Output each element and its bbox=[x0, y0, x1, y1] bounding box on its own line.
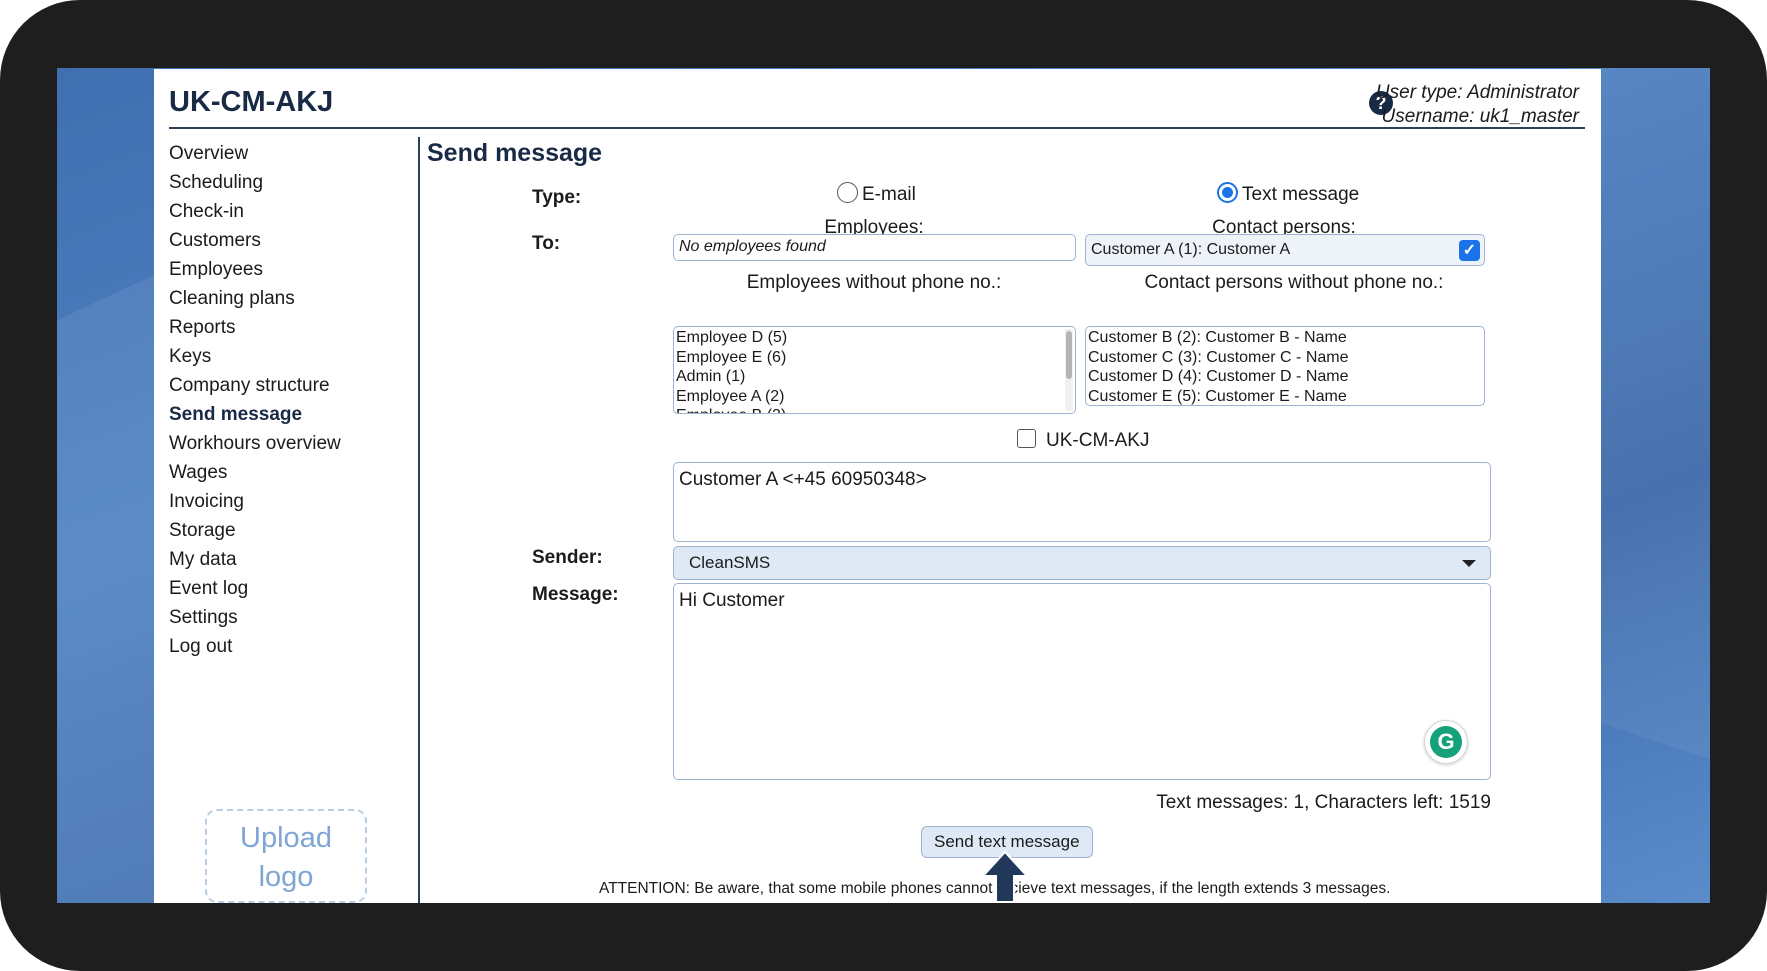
sidebar-item-employees[interactable]: Employees bbox=[169, 255, 419, 284]
list-item[interactable]: Customer D (4): Customer D - Name bbox=[1088, 367, 1482, 387]
sender-select[interactable]: CleanSMS bbox=[673, 546, 1491, 580]
app-title: UK-CM-AKJ bbox=[169, 86, 334, 118]
message-text: Hi Customer bbox=[679, 590, 785, 611]
contacts-field-value: Customer A (1): Customer A bbox=[1091, 241, 1291, 258]
user-info: User type: Administrator Username: uk1_m… bbox=[1376, 81, 1579, 129]
chevron-down-icon bbox=[1462, 560, 1476, 567]
upload-logo-button[interactable]: Upload logo bbox=[205, 809, 367, 903]
employees-no-phone-heading: Employees without phone no.: bbox=[746, 272, 1002, 293]
list-item[interactable]: Employee E (6) bbox=[676, 348, 1073, 368]
sidebar-item-storage[interactable]: Storage bbox=[169, 516, 419, 545]
radio-email[interactable]: E-mail bbox=[837, 181, 916, 206]
upload-logo-line1: Upload bbox=[240, 822, 332, 854]
employees-field[interactable]: No employees found bbox=[673, 234, 1076, 261]
sidebar-item-check-in[interactable]: Check-in bbox=[169, 197, 419, 226]
page-header: UK-CM-AKJ ? User type: Administrator Use… bbox=[169, 69, 1585, 129]
message-textarea[interactable]: Hi Customer G bbox=[673, 583, 1491, 780]
sidebar-item-log-out[interactable]: Log out bbox=[169, 632, 419, 661]
employees-no-phone-list[interactable]: Employee D (5) Employee E (6) Admin (1) … bbox=[673, 326, 1076, 414]
list-item[interactable]: Customer E (5): Customer E - Name bbox=[1088, 387, 1482, 406]
radio-text-message-circle[interactable] bbox=[1217, 181, 1238, 203]
list-item[interactable]: Employee A (2) bbox=[676, 387, 1073, 407]
sidebar-item-company-structure[interactable]: Company structure bbox=[169, 371, 419, 400]
message-label: Message: bbox=[532, 584, 619, 605]
contacts-no-phone-list[interactable]: Customer B (2): Customer B - Name Custom… bbox=[1085, 326, 1485, 406]
grammarly-button[interactable]: G bbox=[1424, 720, 1468, 764]
sidebar-nav: Overview Scheduling Check-in Customers E… bbox=[169, 139, 419, 661]
sidebar-item-settings[interactable]: Settings bbox=[169, 603, 419, 632]
device-frame: UK-CM-AKJ ? User type: Administrator Use… bbox=[0, 0, 1767, 971]
radio-email-label: E-mail bbox=[862, 184, 916, 205]
list-item[interactable]: Customer C (3): Customer C - Name bbox=[1088, 348, 1482, 368]
list-item[interactable]: Customer B (2): Customer B - Name bbox=[1088, 328, 1482, 348]
sidebar-item-wages[interactable]: Wages bbox=[169, 458, 419, 487]
sender-select-value: CleanSMS bbox=[689, 553, 771, 572]
company-checkbox-row[interactable]: UK-CM-AKJ bbox=[1017, 428, 1150, 452]
sidebar-item-reports[interactable]: Reports bbox=[169, 313, 419, 342]
sidebar-item-keys[interactable]: Keys bbox=[169, 342, 419, 371]
radio-text-message-label: Text message bbox=[1242, 184, 1360, 205]
message-counter: Text messages: 1, Characters left: 1519 bbox=[1156, 792, 1491, 813]
sender-label: Sender: bbox=[532, 547, 603, 568]
upload-logo-line2: logo bbox=[258, 861, 314, 893]
sidebar-item-overview[interactable]: Overview bbox=[169, 139, 419, 168]
sidebar-item-workhours-overview[interactable]: Workhours overview bbox=[169, 429, 419, 458]
user-type: User type: Administrator bbox=[1375, 82, 1579, 103]
app-window: UK-CM-AKJ ? User type: Administrator Use… bbox=[154, 69, 1601, 903]
list-item[interactable]: Admin (1) bbox=[676, 367, 1073, 387]
sidebar-item-send-message[interactable]: Send message bbox=[169, 400, 419, 429]
sidebar-item-customers[interactable]: Customers bbox=[169, 226, 419, 255]
recipients-box[interactable]: Customer A <+45 60950348> bbox=[673, 462, 1491, 542]
list-item[interactable]: Employee D (5) bbox=[676, 328, 1073, 348]
list-item[interactable]: Employee B (3) bbox=[676, 406, 1073, 413]
type-label: Type: bbox=[532, 187, 582, 208]
sidebar-item-invoicing[interactable]: Invoicing bbox=[169, 487, 419, 516]
company-checkbox-label: UK-CM-AKJ bbox=[1046, 430, 1150, 451]
radio-email-circle[interactable] bbox=[837, 181, 858, 203]
username: Username: uk1_master bbox=[1381, 106, 1579, 127]
pointer-arrow-icon bbox=[981, 850, 1029, 903]
grammarly-icon: G bbox=[1430, 726, 1462, 758]
contact-checkbox[interactable]: ✓ bbox=[1459, 240, 1480, 261]
radio-text-message[interactable]: Text message bbox=[1217, 181, 1360, 206]
sidebar-item-my-data[interactable]: My data bbox=[169, 545, 419, 574]
page-title: Send message bbox=[427, 139, 603, 167]
sidebar-divider bbox=[418, 137, 420, 903]
sidebar-item-event-log[interactable]: Event log bbox=[169, 574, 419, 603]
sidebar-item-cleaning-plans[interactable]: Cleaning plans bbox=[169, 284, 419, 313]
company-checkbox[interactable] bbox=[1017, 428, 1036, 448]
contacts-field[interactable]: Customer A (1): Customer A ✓ bbox=[1085, 234, 1485, 266]
sidebar-item-scheduling[interactable]: Scheduling bbox=[169, 168, 419, 197]
contacts-no-phone-heading: Contact persons without phone no.: bbox=[1144, 272, 1444, 293]
scrollbar-thumb[interactable] bbox=[1066, 331, 1072, 379]
to-label: To: bbox=[532, 233, 561, 254]
